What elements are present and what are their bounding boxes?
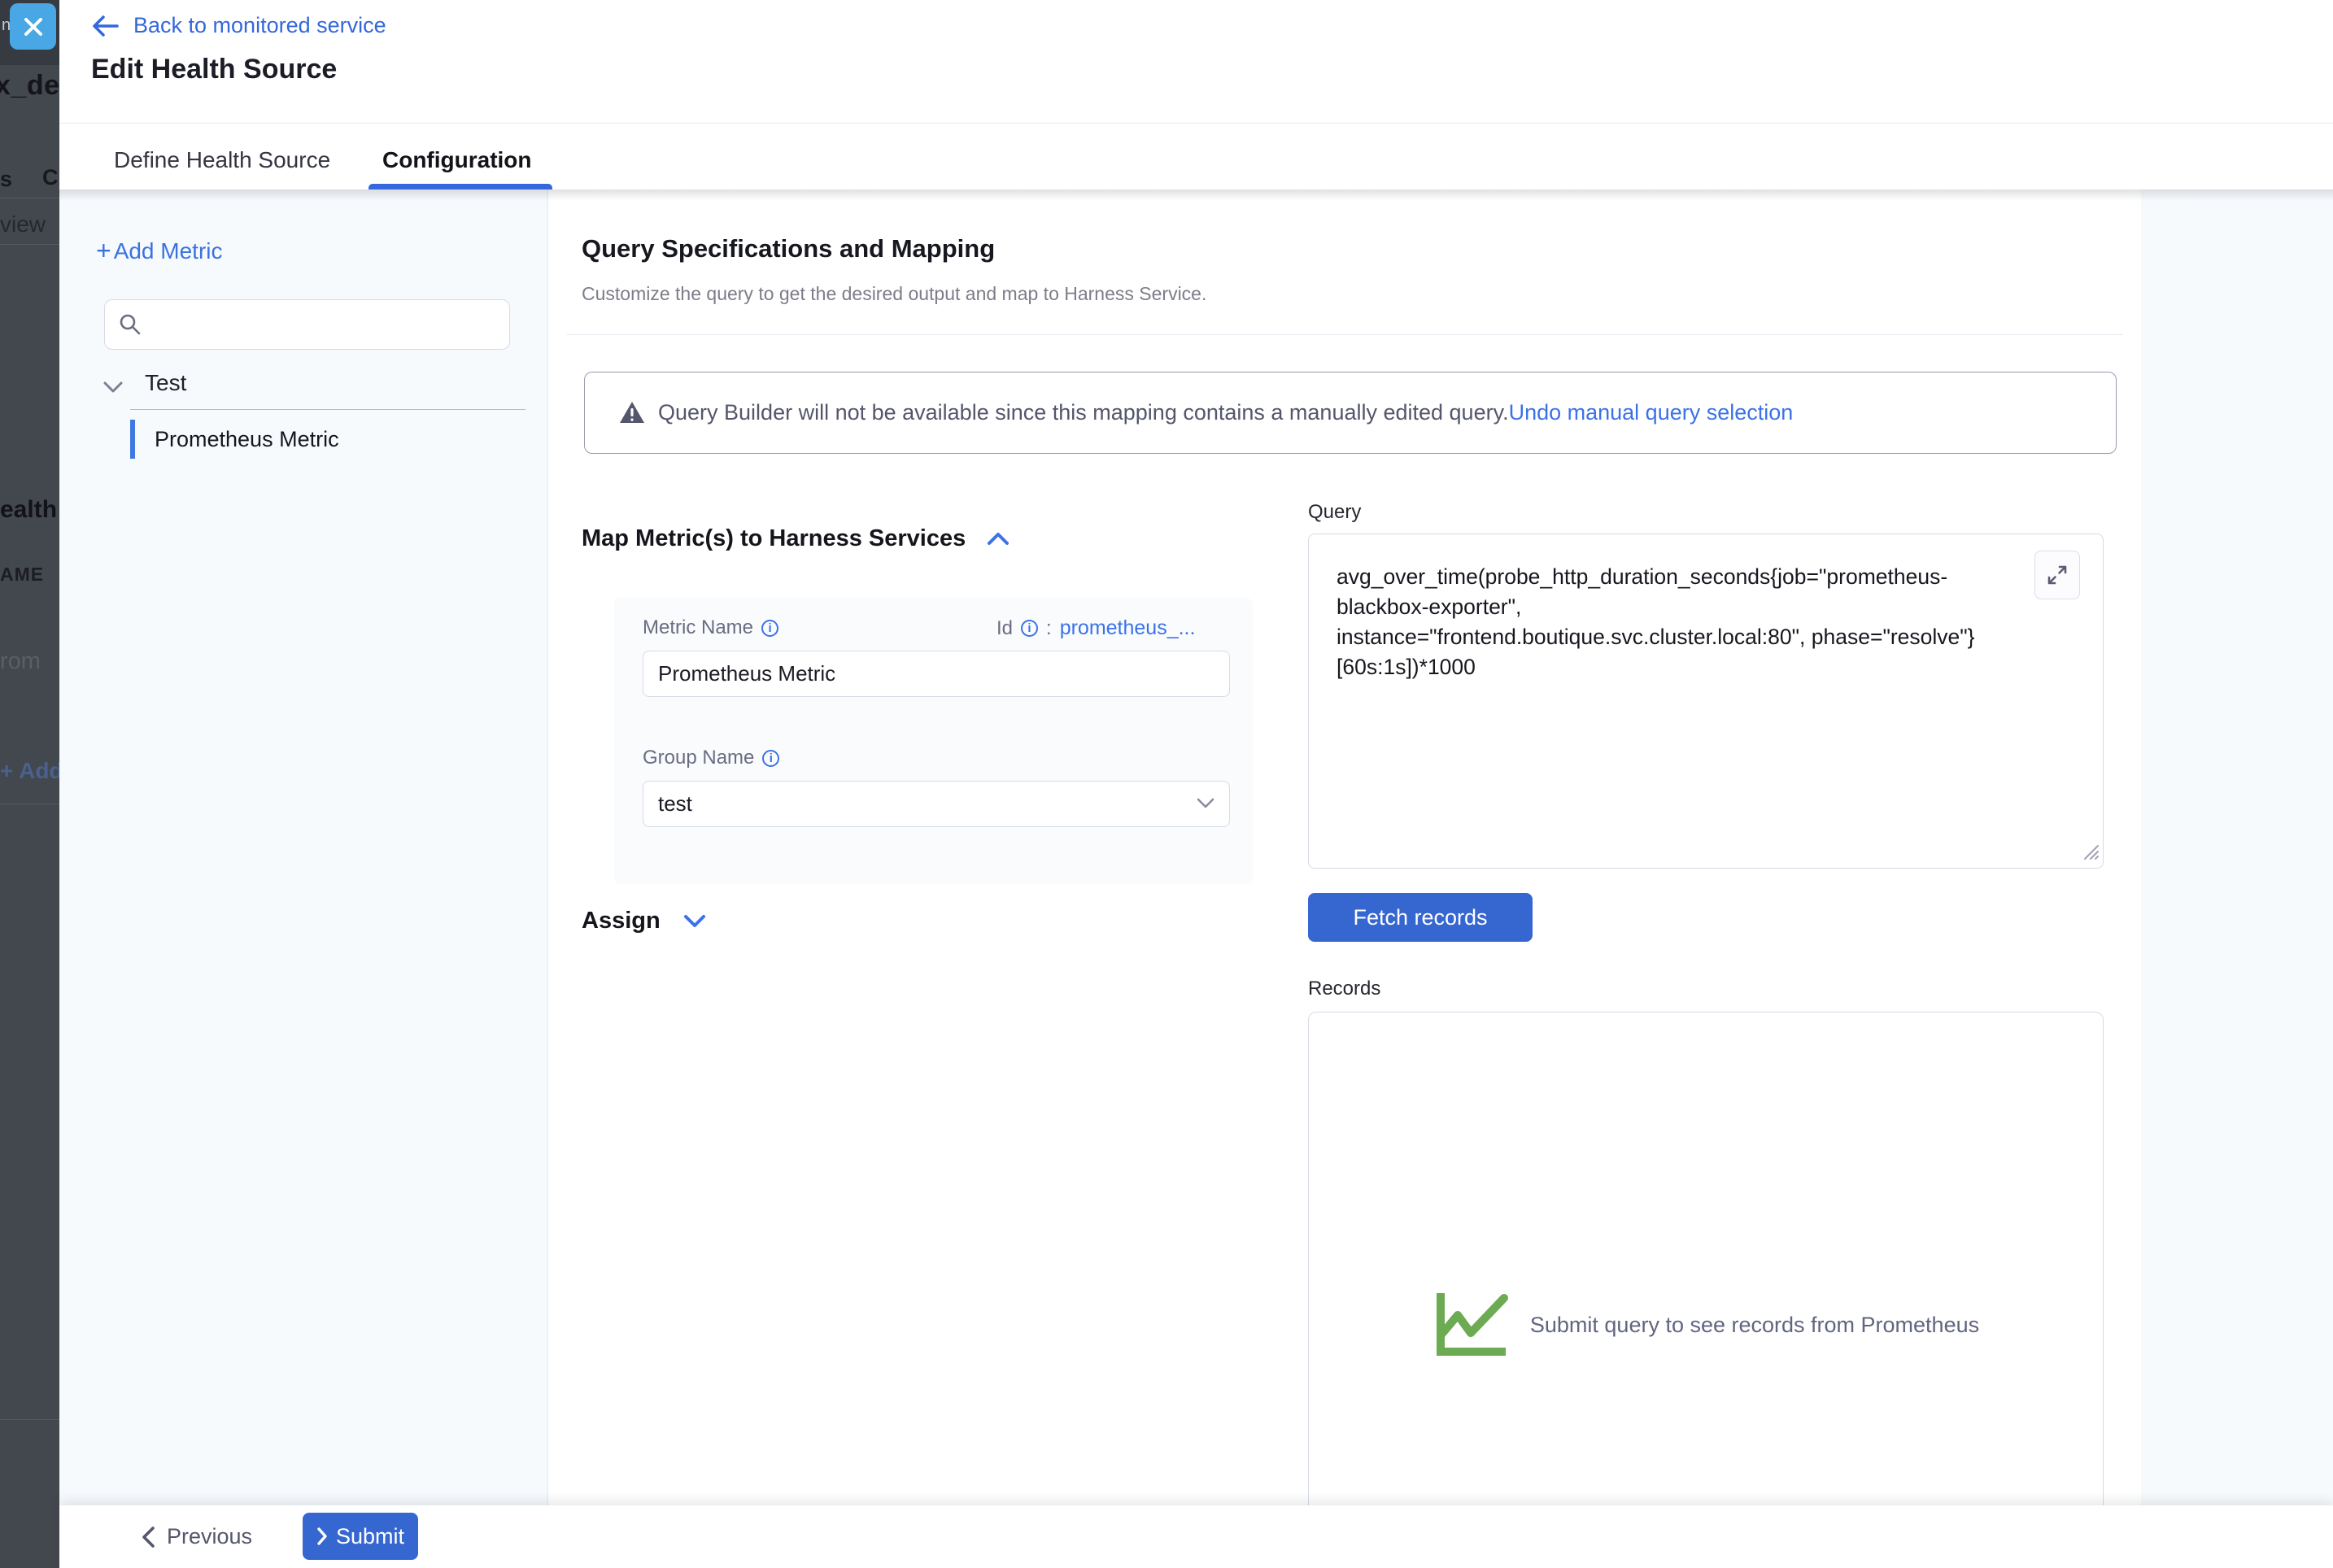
bg-fragment-health-sources: ealth S bbox=[0, 496, 59, 524]
metric-search-box bbox=[104, 299, 510, 350]
metric-name-label-row: Metric Name i bbox=[643, 616, 778, 639]
bg-divider bbox=[0, 244, 59, 245]
active-tab-underline bbox=[368, 184, 552, 189]
records-empty-text: Submit query to see records from Prometh… bbox=[1530, 1313, 1979, 1338]
back-link-label: Back to monitored service bbox=[133, 13, 386, 38]
metric-group-test[interactable]: Test bbox=[145, 370, 186, 396]
bg-fragment-add-link: + Add bbox=[0, 758, 59, 784]
metric-mapping-panel bbox=[614, 598, 1253, 884]
query-label: Query bbox=[1308, 501, 1361, 524]
warning-message: Query Builder will not be available sinc… bbox=[658, 400, 1509, 425]
group-name-label: Group Name bbox=[643, 747, 754, 769]
fetch-records-label: Fetch records bbox=[1353, 905, 1487, 930]
selected-indicator-bar bbox=[130, 420, 135, 459]
undo-manual-query-link[interactable]: Undo manual query selection bbox=[1509, 400, 1794, 425]
query-textarea[interactable]: avg_over_time(probe_http_duration_second… bbox=[1308, 534, 2104, 869]
dimmed-background-page: nt x_dev s C view ealth S AME rom + Add bbox=[0, 0, 59, 1568]
section-heading: Query Specifications and Mapping bbox=[582, 234, 995, 264]
chevron-up-icon bbox=[987, 532, 1010, 547]
chevron-down-icon bbox=[683, 914, 706, 929]
tab-label: Configuration bbox=[382, 147, 532, 173]
metric-item-label: Prometheus Metric bbox=[155, 427, 339, 452]
fetch-records-button[interactable]: Fetch records bbox=[1308, 893, 1533, 942]
expand-query-button[interactable] bbox=[2034, 551, 2080, 599]
bg-fragment-project-name: x_dev bbox=[0, 70, 59, 102]
group-name-select[interactable]: test bbox=[643, 781, 1230, 827]
section-subheading: Customize the query to get the desired o… bbox=[582, 283, 1206, 305]
warning-icon bbox=[619, 401, 645, 425]
metric-name-input[interactable] bbox=[643, 651, 1230, 697]
tab-label: Define Health Source bbox=[114, 147, 330, 173]
tab-configuration[interactable]: Configuration bbox=[382, 135, 532, 185]
close-modal-button[interactable] bbox=[10, 3, 56, 50]
info-icon[interactable]: i bbox=[761, 620, 778, 637]
sidebar-item-prometheus-metric[interactable]: Prometheus Metric bbox=[130, 419, 504, 460]
page-title: Edit Health Source bbox=[91, 54, 337, 85]
metric-id-row: Id i : prometheus_... bbox=[996, 616, 1195, 640]
content-divider bbox=[567, 334, 2123, 335]
metric-name-label: Metric Name bbox=[643, 616, 753, 639]
submit-label: Submit bbox=[336, 1524, 404, 1549]
bg-fragment-prometheus-row: rom bbox=[0, 648, 41, 675]
group-name-label-row: Group Name i bbox=[643, 747, 779, 769]
previous-label: Previous bbox=[167, 1524, 252, 1549]
resize-grip-icon bbox=[2078, 839, 2100, 860]
edit-health-source-screen: nt x_dev s C view ealth S AME rom + Add … bbox=[0, 0, 2333, 1568]
id-label: Id bbox=[996, 617, 1013, 640]
metric-id-link[interactable]: prometheus_... bbox=[1060, 616, 1196, 640]
query-text: avg_over_time(probe_http_duration_second… bbox=[1337, 562, 2036, 682]
info-icon[interactable]: i bbox=[762, 750, 779, 767]
back-arrow-icon bbox=[91, 15, 119, 37]
back-to-monitored-service-link[interactable]: Back to monitored service bbox=[91, 13, 386, 38]
metrics-sidebar bbox=[59, 189, 548, 1505]
chevron-left-icon bbox=[141, 1527, 155, 1548]
bg-fragment: s bbox=[0, 167, 12, 192]
header-divider bbox=[59, 123, 2333, 124]
right-gutter bbox=[2141, 189, 2333, 1505]
id-separator: : bbox=[1046, 617, 1052, 640]
bg-fragment: C bbox=[42, 165, 59, 190]
query-builder-warning-banner: Query Builder will not be available sinc… bbox=[584, 372, 2117, 454]
expand-icon bbox=[2046, 564, 2069, 586]
add-metric-label: Add Metric bbox=[114, 238, 223, 264]
chevron-down-icon bbox=[1197, 798, 1214, 809]
tab-define-health-source[interactable]: Define Health Source bbox=[114, 135, 330, 185]
chevron-down-icon bbox=[102, 381, 124, 394]
group-collapse-chevron[interactable] bbox=[102, 381, 124, 398]
records-empty-panel: Submit query to see records from Prometh… bbox=[1308, 1012, 2104, 1568]
bg-divider bbox=[0, 1419, 59, 1420]
bg-fragment-name-column: AME bbox=[0, 564, 44, 586]
group-name-value: test bbox=[658, 791, 692, 817]
assign-title: Assign bbox=[582, 908, 661, 934]
footer-bar: Previous Submit bbox=[59, 1505, 2333, 1568]
chevron-right-icon bbox=[316, 1527, 328, 1545]
metric-search-input[interactable] bbox=[150, 303, 495, 344]
assign-section-header[interactable]: Assign bbox=[582, 908, 706, 934]
map-metrics-title: Map Metric(s) to Harness Services bbox=[582, 525, 966, 552]
group-divider bbox=[130, 409, 525, 410]
plus-icon: + bbox=[96, 236, 111, 266]
info-icon[interactable]: i bbox=[1021, 620, 1038, 637]
records-label: Records bbox=[1308, 978, 1380, 1000]
previous-button[interactable]: Previous bbox=[141, 1505, 252, 1568]
search-icon bbox=[118, 312, 142, 337]
close-icon bbox=[21, 15, 46, 39]
resize-handle[interactable] bbox=[2078, 839, 2100, 865]
add-metric-button[interactable]: + Add Metric bbox=[96, 236, 223, 266]
submit-button[interactable]: Submit bbox=[303, 1513, 418, 1560]
line-chart-icon bbox=[1433, 1290, 1511, 1360]
map-metrics-section-header[interactable]: Map Metric(s) to Harness Services bbox=[582, 525, 1010, 552]
bg-fragment-overview-tab: view bbox=[0, 211, 46, 237]
